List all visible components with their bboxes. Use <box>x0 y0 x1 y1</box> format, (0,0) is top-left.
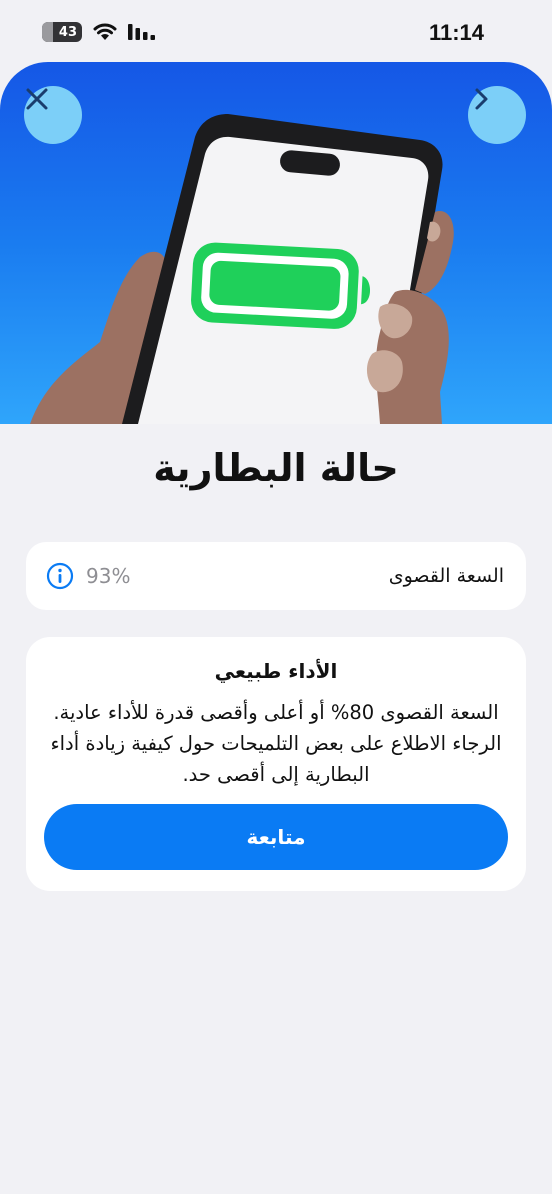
info-icon[interactable] <box>46 562 74 590</box>
performance-title: الأداء طبيعي <box>214 659 338 683</box>
chevron-right-icon <box>475 88 488 110</box>
continue-button[interactable]: متابعة <box>44 804 508 870</box>
performance-card: الأداء طبيعي السعة القصوى 80% أو أعلى وأ… <box>26 637 526 891</box>
wifi-icon <box>93 23 117 40</box>
battery-level-text: 43 <box>58 24 77 40</box>
next-button[interactable] <box>468 86 526 144</box>
performance-description: السعة القصوى 80% أو أعلى وأقصى قدرة للأد… <box>50 701 502 786</box>
maximum-capacity-row: 93% السعة القصوى <box>26 542 526 610</box>
close-icon <box>26 88 48 110</box>
cellular-signal-icon <box>128 24 155 40</box>
status-time: 11:14 <box>428 20 484 45</box>
page-title: حالة البطارية <box>153 446 399 490</box>
battery-level-icon: 43 <box>42 22 82 42</box>
capacity-value-group: 93% <box>46 562 130 590</box>
capacity-label: السعة القصوى <box>388 565 504 587</box>
close-button[interactable] <box>24 86 82 144</box>
hero-banner <box>0 62 552 424</box>
status-bar: 43 11:14 <box>0 0 552 62</box>
capacity-value: 93% <box>86 564 131 588</box>
status-icons: 43 <box>42 22 158 42</box>
battery-health-screen: 43 11:14 حالة البطارية 93% السعة القصوى … <box>0 0 552 1194</box>
